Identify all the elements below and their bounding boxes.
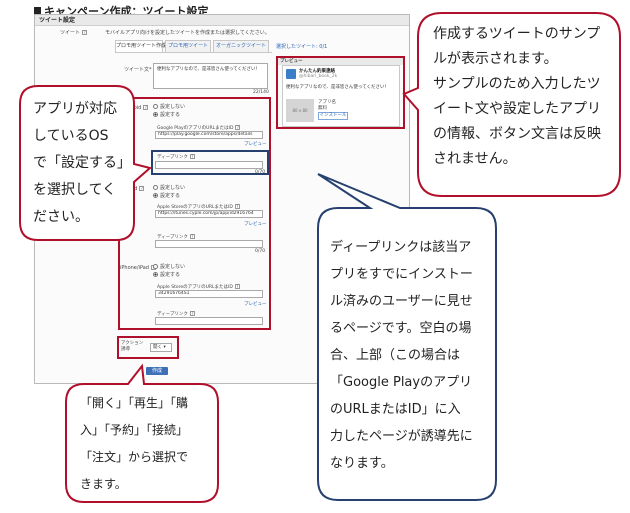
callout-line: プリをすでにインストー: [330, 267, 473, 282]
callout-line: イート文や設定したアプリ: [433, 101, 601, 117]
callout-line: ル済みのユーザーに見せ: [330, 294, 473, 309]
callout-line: ディープリンクは該当ア: [330, 240, 472, 255]
callout-line: 入」「予約」「接続」: [80, 423, 189, 437]
callout-line: なります。: [330, 456, 394, 471]
deeplink-callout: ディープリンクは該当ア プリをすでにインストー ル済みのユーザーに見せ るページ…: [330, 234, 473, 477]
action-callout: 「開く」「再生」「購 入」「予約」「接続」 「注文」から選択で きます。: [80, 390, 188, 498]
callout-line: で「設定する」: [33, 155, 131, 171]
callout-line: 作成するツイートのサンプ: [433, 26, 601, 42]
callout-line: 「Google Playのアプリ: [330, 375, 473, 390]
callout-line: のURLまたはID」に入: [330, 402, 461, 417]
callout-line: きます。: [80, 477, 127, 491]
os-callout: アプリが対応 しているOS で「設定する」 を選択してく ださい。: [33, 96, 131, 231]
callout-line: しているOS: [33, 128, 109, 144]
callout-line: 合、上部（この場合は: [330, 348, 461, 363]
preview-callout: 作成するツイートのサンプ ルが表示されます。 サンプルのため入力したツ イート文…: [433, 22, 601, 172]
callout-line: を選択してく: [33, 182, 117, 198]
callout-line: 「開く」「再生」「購: [80, 396, 189, 410]
callout-line: 力したページが誘導先に: [330, 429, 473, 444]
callout-line: ださい。: [33, 209, 89, 225]
callout-line: 「注文」から選択で: [80, 450, 189, 464]
callout-line: サンプルのため入力したツ: [433, 76, 601, 92]
callout-line: されません。: [433, 151, 517, 167]
callout-line: アプリが対応: [33, 101, 117, 117]
callout-line: るページです。空白の場: [330, 321, 472, 336]
callout-line: の情報、ボタン文言は反映: [433, 126, 601, 142]
callout-line: ルが表示されます。: [433, 51, 558, 67]
